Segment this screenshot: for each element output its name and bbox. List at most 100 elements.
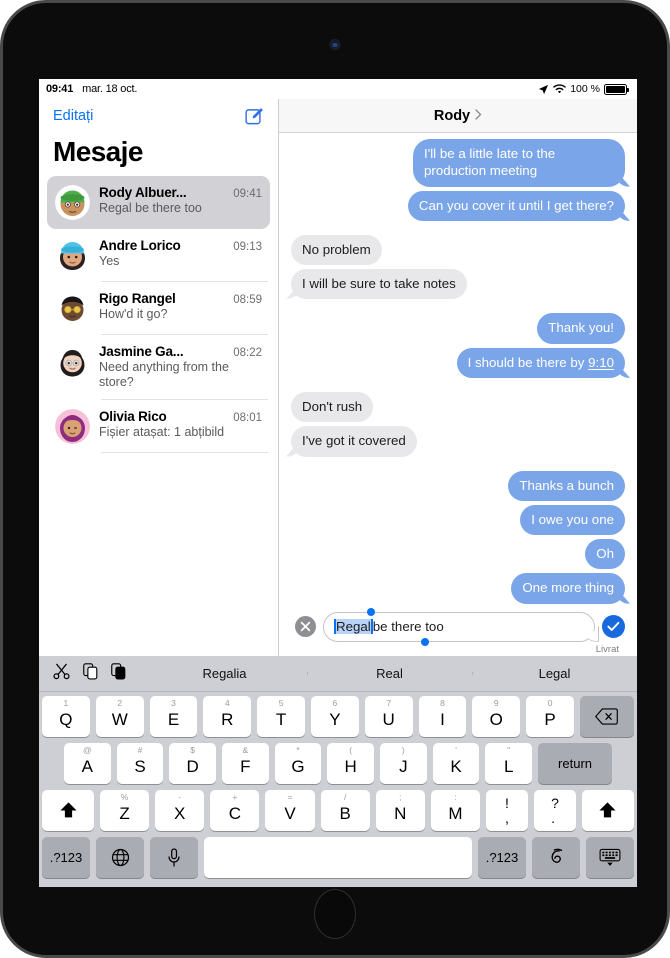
key-label: S [134,757,146,776]
conversation-item-3[interactable]: Jasmine Ga... 08:22 Need anything from t… [47,335,270,400]
key-k[interactable]: ' K [432,743,480,784]
space-key[interactable] [204,837,472,878]
selection-handle-start[interactable] [367,607,375,616]
key-label: F [240,757,251,776]
message-bubble[interactable]: I'll be a little late to the production … [413,139,625,187]
avatar [55,185,90,220]
key-label: X [174,804,186,823]
selection-handle-end[interactable] [421,637,429,646]
selected-text[interactable]: Regal [336,618,371,634]
key-y[interactable]: 6Y [311,696,359,737]
checkmark-circle-icon[interactable] [602,615,625,639]
conversation-header[interactable]: Rody [279,99,637,133]
key-e[interactable]: 3E [149,696,198,737]
message-bubble[interactable]: No problem [291,234,382,266]
key-x[interactable]: -X [155,790,205,831]
key-s[interactable]: # S [116,743,164,784]
key-label-bottom: . [551,809,555,826]
suggestion-2[interactable]: Legal [472,666,637,681]
message-bubble[interactable]: Can you cover it until I get there? [407,190,625,221]
key-z[interactable]: % Z [100,790,150,831]
handwriting-icon[interactable] [532,837,580,878]
key-c[interactable]: + C [210,790,260,831]
battery-full-icon [604,83,629,95]
time-detected-link[interactable]: 9:10 [588,355,614,370]
key-l[interactable]: " L [485,743,533,784]
copy-icon[interactable] [83,662,98,685]
key-a[interactable]: @ A [63,743,111,784]
key-h[interactable]: (H [327,743,375,784]
key-r[interactable]: 4R [203,696,252,737]
key-m[interactable]: :M [430,790,480,831]
avatar [55,344,90,379]
message-bubble[interactable]: Thanks a bunch [508,470,625,501]
key-d[interactable]: $ D [169,743,216,784]
suggestion-1[interactable]: Real [307,666,472,681]
message-edit-field[interactable]: Regal be there too [323,611,595,642]
conversation-time: 08:01 [233,411,262,424]
globe-icon[interactable] [96,837,144,878]
message-row: Can you cover it until I get there? [291,190,625,221]
keyboard-dismiss-icon[interactable] [586,837,634,878]
message-bubble[interactable]: I've got it covered [291,426,417,457]
suggestion-0[interactable]: Regalia [142,666,307,681]
message-bubble[interactable]: One more thing [511,573,625,604]
numeric-key-left[interactable]: .?123 [42,837,90,878]
message-bubble-with-link[interactable]: I should be there by 9:10 [456,347,625,378]
message-bubble[interactable]: Oh [585,539,625,570]
conversation-item-0[interactable]: Rody Albuer... 09:41 Regal be there too [47,176,270,229]
conversation-name: Olivia Rico [99,408,167,424]
key-b[interactable]: / B [320,790,370,831]
microphone-icon[interactable] [150,837,198,878]
key-exclamation-comma[interactable]: !, [485,790,528,831]
return-key[interactable]: return [538,743,613,784]
key-o[interactable]: 9O [472,696,521,737]
message-bubble[interactable]: Thank you! [537,313,625,344]
key-alt-label: * [296,745,300,755]
shift-icon-right[interactable] [581,790,634,831]
message-bubble[interactable]: I owe you one [520,504,625,536]
key-question-period[interactable]: ?. [533,790,576,831]
conversation-item-4[interactable]: Olivia Rico 08:01 Fișier atașat: 1 abțib… [47,400,270,453]
key-alt-label: = [287,792,293,802]
shift-icon[interactable] [42,790,94,831]
key-label: E [167,710,180,729]
home-button[interactable] [314,889,356,939]
key-n[interactable]: ; N [375,790,425,831]
conversation-item-1[interactable]: Andre Lorico 09:13 Yes [47,229,270,282]
message-bubble[interactable]: Don't rush [291,391,374,423]
cut-icon[interactable] [53,663,70,685]
message-bubble[interactable]: I will be sure to take notes [291,269,467,300]
chevron-right-icon[interactable] [475,108,482,123]
close-circle-icon[interactable] [295,616,316,638]
delivery-status-label: Livrat [595,643,619,655]
key-label: T [275,710,287,729]
key-j[interactable]: ) J [380,743,427,784]
conversation-name: Rigo Rangel [99,291,176,306]
key-w[interactable]: 2W [95,696,144,737]
key-t[interactable]: 5T [257,696,305,737]
key-i[interactable]: 8I [418,696,467,737]
key-label: Y [329,710,341,729]
key-v[interactable]: = V [265,790,315,831]
key-label: G [291,757,305,776]
key-label: H [344,757,357,776]
edit-button[interactable]: Editați [53,108,93,124]
keyboard-row-4: .?123 .?123 [42,837,634,878]
message-row: Oh [291,539,625,570]
key-q[interactable]: 1Q [42,696,90,737]
key-f[interactable]: & F [222,743,269,784]
key-label: U [382,710,395,729]
message-edit-row: Regal be there too [291,607,625,646]
key-label-bottom: , [505,809,509,826]
key-p[interactable]: 0P [526,696,574,737]
key-g[interactable]: * G [274,743,322,784]
conversation-item-2[interactable]: Rigo Rangel 08:59 How'd it go? [47,282,270,335]
backspace-icon[interactable] [579,696,634,737]
status-time: 09:41 [46,83,74,95]
paste-icon[interactable] [111,662,126,685]
compose-icon[interactable] [245,107,264,126]
key-label-top: ! [505,794,509,811]
key-u[interactable]: 7U [364,696,413,737]
numeric-key-right[interactable]: .?123 [478,837,526,878]
